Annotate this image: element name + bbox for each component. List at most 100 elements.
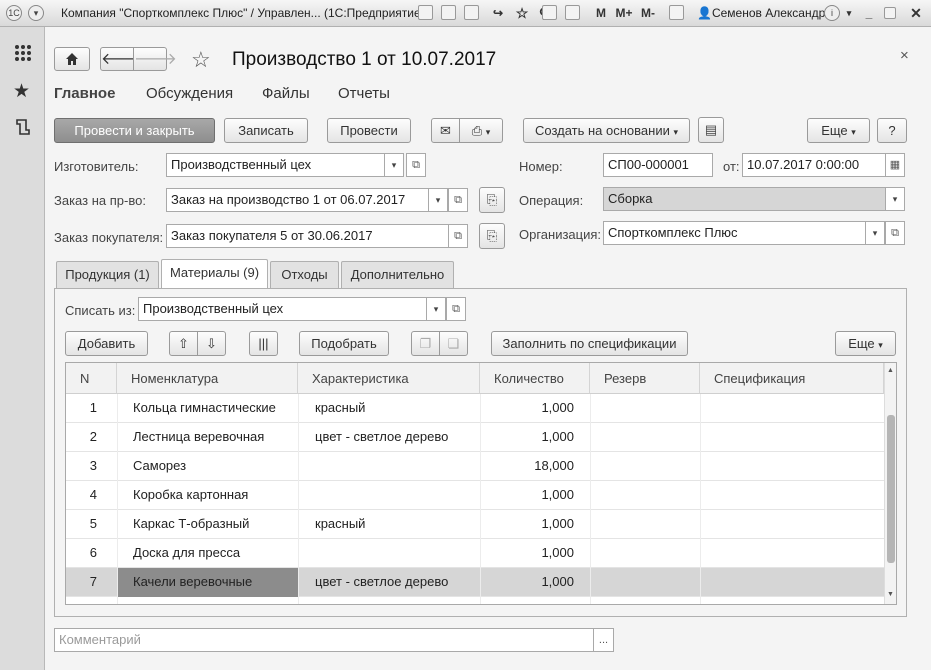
cell-characteristic[interactable]	[298, 481, 480, 510]
cell-characteristic[interactable]: цвет - светлое дерево	[298, 568, 480, 597]
back-button[interactable]: 🡐	[100, 47, 144, 71]
sections-grid-icon[interactable]	[14, 44, 32, 62]
cell-specification[interactable]	[700, 568, 884, 597]
cell-quantity[interactable]: 1,000	[480, 481, 590, 510]
cell-nomenclature[interactable]: Доска для пресса	[117, 539, 298, 568]
column-header-n[interactable]: N	[66, 363, 117, 394]
cell-specification[interactable]	[700, 394, 884, 423]
cell-reserve[interactable]	[590, 481, 700, 510]
cell-specification[interactable]	[700, 452, 884, 481]
create-based-on-button[interactable]: Создать на основании ▾	[523, 118, 690, 143]
info-menu-icon[interactable]: ▾	[843, 4, 855, 22]
tab-reports[interactable]: Отчеты	[338, 85, 390, 102]
cell-specification[interactable]	[700, 423, 884, 452]
table-scrollbar[interactable]: ▲ ▼	[884, 363, 896, 604]
table-row[interactable]: 5 Каркас Т-образный красный 1,000	[66, 510, 884, 539]
cell-reserve[interactable]	[590, 423, 700, 452]
cell-n[interactable]: 1	[66, 394, 117, 423]
table-row[interactable]: 7 Качели веревочные цвет - светлое дерево 1…	[66, 568, 884, 597]
cell-nomenclature[interactable]: Качели веревочные	[117, 568, 298, 597]
tab-additional[interactable]: Дополнительно	[341, 261, 454, 289]
table-row[interactable]: 6 Доска для пресса 1,000	[66, 539, 884, 568]
number-field[interactable]: СП00-000001	[603, 153, 713, 177]
prod-order-open-button[interactable]: ⧉	[448, 188, 468, 212]
info-icon[interactable]: i	[824, 5, 840, 21]
customer-order-fill-button[interactable]: ⎘	[479, 223, 505, 249]
close-window-icon[interactable]: ✕	[908, 4, 924, 22]
scrollbar-thumb[interactable]	[887, 415, 895, 563]
post-and-close-button[interactable]: Провести и закрыть	[54, 118, 215, 143]
cell-characteristic[interactable]	[298, 539, 480, 568]
manufacturer-field[interactable]: Производственный цех	[166, 153, 385, 177]
cell-quantity[interactable]: 1,000	[480, 539, 590, 568]
cell-nomenclature[interactable]: Саморез	[117, 452, 298, 481]
column-header-reserve[interactable]: Резерв	[590, 363, 700, 394]
print-icon[interactable]	[441, 5, 456, 20]
cell-reserve[interactable]	[590, 568, 700, 597]
comment-more-button[interactable]: ...	[593, 628, 614, 652]
main-menu-icon[interactable]: ▾	[28, 5, 44, 21]
cell-n[interactable]: 2	[66, 423, 117, 452]
tab-files[interactable]: Файлы	[262, 85, 310, 102]
prod-order-fill-button[interactable]: ⎘	[479, 187, 505, 213]
copy-button[interactable]: ❐	[411, 331, 440, 356]
table-row[interactable]: 2 Лестница веревочная цвет - светлое дерев…	[66, 423, 884, 452]
user-name[interactable]: 👤Семенов Александр	[697, 6, 825, 20]
cell-characteristic[interactable]	[298, 452, 480, 481]
history-icon[interactable]	[14, 118, 32, 136]
manufacturer-dropdown[interactable]: ▾	[384, 153, 404, 177]
preview-icon[interactable]	[464, 5, 479, 20]
column-header-specification[interactable]: Спецификация	[700, 363, 884, 394]
cell-nomenclature[interactable]: Коробка картонная	[117, 481, 298, 510]
operation-dropdown[interactable]: ▾	[885, 187, 905, 211]
cell-specification[interactable]	[700, 539, 884, 568]
table-row[interactable]: 8С... 2,000	[66, 597, 884, 604]
print-menu-button[interactable]: ⎙ ▾	[459, 118, 503, 143]
cell-n[interactable]: 3	[66, 452, 117, 481]
cell-reserve[interactable]	[590, 597, 700, 604]
home-button[interactable]	[54, 47, 90, 71]
cell-characteristic[interactable]	[298, 597, 480, 604]
forward-button[interactable]: 🡒	[133, 47, 177, 71]
help-button[interactable]: ?	[877, 118, 907, 143]
favorites-icon[interactable]: ☆	[514, 4, 530, 22]
cell-nomenclature[interactable]: Каркас Т-образный	[117, 510, 298, 539]
organization-open-button[interactable]: ⧉	[885, 221, 905, 245]
email-button[interactable]: ✉	[431, 118, 460, 143]
cell-characteristic[interactable]: красный	[298, 510, 480, 539]
cell-nomenclature[interactable]: Лестница веревочная	[117, 423, 298, 452]
customer-order-field[interactable]: Заказ покупателя 5 от 30.06.2017	[166, 224, 449, 248]
cell-n[interactable]: 4	[66, 481, 117, 510]
manufacturer-open-button[interactable]: ⧉	[406, 153, 426, 177]
cell-specification[interactable]	[700, 481, 884, 510]
memory-m-button[interactable]: M	[594, 4, 608, 22]
cell-quantity[interactable]: 1,000	[480, 510, 590, 539]
prod-order-dropdown[interactable]: ▾	[428, 188, 448, 212]
cell-n[interactable]: 5	[66, 510, 117, 539]
customer-order-open-button[interactable]: ⧉	[448, 224, 468, 248]
table-more-button[interactable]: Еще ▾	[835, 331, 896, 356]
cell-quantity[interactable]: 2,000	[480, 597, 590, 604]
tab-materials[interactable]: Материалы (9)	[161, 259, 268, 289]
memory-minus-button[interactable]: M-	[638, 4, 658, 22]
cell-n[interactable]: 6	[66, 539, 117, 568]
favorite-star-icon[interactable]: ☆	[191, 47, 211, 73]
cell-nomenclature[interactable]: С...	[117, 597, 298, 604]
table-row[interactable]: 3 Саморез 18,000	[66, 452, 884, 481]
cell-characteristic[interactable]: цвет - светлое дерево	[298, 423, 480, 452]
prod-order-field[interactable]: Заказ на производство 1 от 06.07.2017	[166, 188, 429, 212]
cell-specification[interactable]	[700, 597, 884, 604]
history-icon[interactable]: ↪	[490, 4, 506, 22]
cell-quantity[interactable]: 1,000	[480, 394, 590, 423]
fill-by-spec-button[interactable]: Заполнить по спецификации	[491, 331, 688, 356]
column-header-characteristic[interactable]: Характеристика	[298, 363, 480, 394]
cell-characteristic[interactable]: красный	[298, 394, 480, 423]
cell-n[interactable]: 7	[66, 568, 117, 597]
comment-field[interactable]: Комментарий	[54, 628, 594, 652]
cell-reserve[interactable]	[590, 510, 700, 539]
cell-specification[interactable]	[700, 510, 884, 539]
calculator-icon[interactable]	[542, 5, 557, 20]
favorites-star-icon[interactable]: ★	[13, 80, 30, 103]
maximize-icon[interactable]	[884, 7, 896, 19]
cell-quantity[interactable]: 1,000	[480, 423, 590, 452]
